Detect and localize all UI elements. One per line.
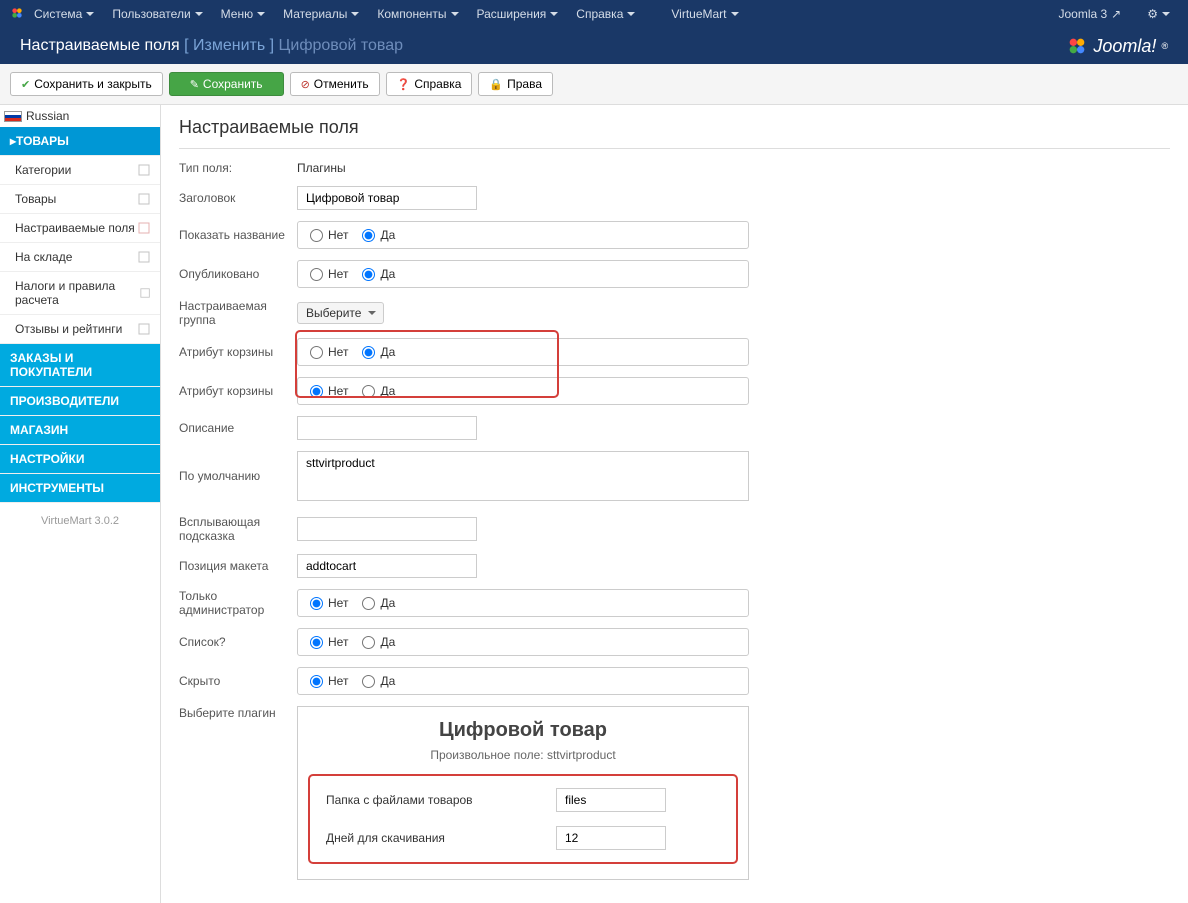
plugin-subtitle: Произвольное поле: sttvirtproduct (298, 748, 748, 762)
caret-down-icon (351, 12, 359, 16)
plugin-title: Цифровой товар (298, 719, 748, 742)
page-title: Настраиваемые поля [ Изменить ] Цифровой… (20, 37, 403, 55)
save-button[interactable]: ✎Сохранить (169, 72, 284, 96)
label-admin-only: Только администратор (179, 589, 297, 617)
textarea-default[interactable]: sttvirtproduct (297, 451, 749, 501)
label-desc: Описание (179, 421, 297, 435)
radio-is-list[interactable]: Нет Да (297, 628, 749, 656)
menu-help[interactable]: Справка (568, 7, 643, 21)
sidebar-manufacturers[interactable]: ПРОИЗВОДИТЕЛИ (0, 387, 160, 416)
help-button[interactable]: ❓Справка (386, 72, 473, 96)
caret-down-icon (1162, 12, 1170, 16)
question-icon: ❓ (397, 78, 411, 91)
caret-down-icon (195, 12, 203, 16)
menu-virtuemart[interactable]: VirtueMart (663, 7, 746, 21)
highlight-box-2: Папка с файлами товаров Дней для скачива… (308, 774, 738, 864)
version-label: VirtueMart 3.0.2 (0, 503, 160, 539)
box-icon (138, 193, 150, 205)
settings-link[interactable]: ⚙ (1139, 7, 1178, 21)
label-folder: Папка с файлами товаров (326, 793, 556, 807)
sidebar-settings[interactable]: НАСТРОЙКИ (0, 445, 160, 474)
save-close-button[interactable]: ✔Сохранить и закрыть (10, 72, 163, 96)
sidebar-products[interactable]: ▸ ТОВАРЫ (0, 127, 160, 156)
menu-system[interactable]: Система (26, 7, 102, 21)
joomla-frontend-link[interactable]: Joomla 3 ↗ (1050, 7, 1129, 21)
rights-button[interactable]: 🔒Права (478, 72, 553, 96)
fields-icon (138, 222, 150, 234)
input-tooltip[interactable] (297, 517, 477, 541)
label-cart-attr1: Атрибут корзины (179, 345, 297, 359)
caret-down-icon (86, 12, 94, 16)
label-hidden: Скрыто (179, 674, 297, 688)
menu-components[interactable]: Компоненты (369, 7, 466, 21)
stock-icon (138, 251, 150, 263)
radio-show-title[interactable]: Нет Да (297, 221, 749, 249)
sidebar-categories[interactable]: Категории (0, 156, 160, 185)
language-selector[interactable]: Russian (0, 105, 160, 127)
select-group[interactable]: Выберите (297, 302, 384, 324)
label-published: Опубликовано (179, 267, 297, 281)
external-link-icon: ↗ (1111, 7, 1121, 21)
menu-extensions[interactable]: Расширения (469, 7, 567, 21)
radio-cart-attr1[interactable]: Нет Да (297, 338, 749, 366)
caret-down-icon (451, 12, 459, 16)
label-is-list: Список? (179, 635, 297, 649)
cancel-icon: ⊘ (301, 78, 310, 91)
input-desc[interactable] (297, 416, 477, 440)
label-type: Тип поля: (179, 161, 297, 175)
label-show-title: Показать название (179, 228, 297, 242)
label-select-plugin: Выберите плагин (179, 706, 297, 720)
sidebar-inventory[interactable]: На складе (0, 243, 160, 272)
menu-menu[interactable]: Меню (213, 7, 273, 21)
edit-icon: ✎ (190, 78, 199, 91)
radio-admin-only[interactable]: Нет Да (297, 589, 749, 617)
lock-icon: 🔒 (489, 78, 503, 91)
caret-down-icon (731, 12, 739, 16)
label-title: Заголовок (179, 191, 297, 205)
label-tooltip: Всплывающая подсказка (179, 515, 297, 543)
caret-down-icon (627, 12, 635, 16)
russian-flag-icon (4, 111, 22, 122)
label-group: Настраиваемая группа (179, 299, 297, 327)
joomla-icon (10, 6, 24, 23)
sidebar-products-sub[interactable]: Товары (0, 185, 160, 214)
content-heading: Настраиваемые поля (179, 117, 1170, 149)
radio-hidden[interactable]: Нет Да (297, 667, 749, 695)
sidebar-tools[interactable]: ИНСТРУМЕНТЫ (0, 474, 160, 503)
sidebar-taxes[interactable]: Налоги и правила расчета (0, 272, 160, 315)
plugin-panel: Цифровой товар Произвольное поле: sttvir… (297, 706, 749, 880)
caret-down-icon (550, 12, 558, 16)
caret-down-icon (257, 12, 265, 16)
input-folder[interactable] (556, 788, 666, 812)
radio-published[interactable]: Нет Да (297, 260, 749, 288)
value-type: Плагины (297, 161, 1170, 175)
sidebar-shop[interactable]: МАГАЗИН (0, 416, 160, 445)
label-cart-attr2: Атрибут корзины (179, 384, 297, 398)
joomla-logo: Joomla!® (1066, 35, 1168, 57)
tax-icon (140, 287, 150, 299)
cancel-button[interactable]: ⊘Отменить (290, 72, 380, 96)
radio-cart-attr2[interactable]: Нет Да (297, 377, 749, 405)
check-icon: ✔ (21, 78, 30, 91)
input-title[interactable] (297, 186, 477, 210)
sidebar-custom-fields[interactable]: Настраиваемые поля (0, 214, 160, 243)
label-layout: Позиция макета (179, 559, 297, 573)
sidebar-reviews[interactable]: Отзывы и рейтинги (0, 315, 160, 344)
label-days: Дней для скачивания (326, 831, 556, 845)
gear-icon: ⚙ (1147, 7, 1158, 21)
sidebar-orders[interactable]: ЗАКАЗЫ И ПОКУПАТЕЛИ (0, 344, 160, 387)
menu-content[interactable]: Материалы (275, 7, 367, 21)
input-layout[interactable] (297, 554, 477, 578)
reviews-icon (138, 323, 150, 335)
list-icon (138, 164, 150, 176)
input-days[interactable] (556, 826, 666, 850)
label-default: По умолчанию (179, 451, 297, 483)
menu-users[interactable]: Пользователи (104, 7, 210, 21)
